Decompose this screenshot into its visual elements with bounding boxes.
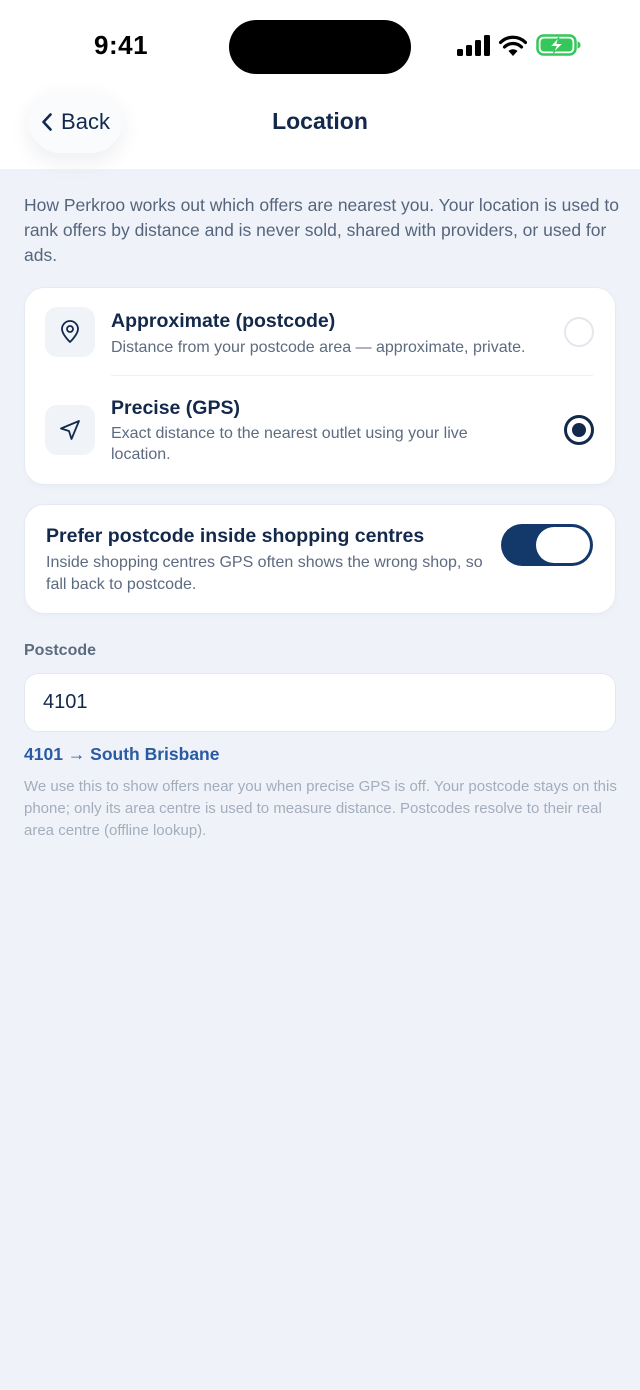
page-title: Location bbox=[272, 108, 368, 134]
toggle-knob bbox=[536, 527, 590, 563]
option-title: Approximate (postcode) bbox=[111, 310, 336, 332]
prefer-postcode-toggle[interactable] bbox=[501, 524, 593, 566]
dynamic-island bbox=[229, 20, 411, 74]
wifi-icon bbox=[499, 35, 527, 56]
postcode-resolved: 4101 → South Brisbane bbox=[24, 744, 220, 764]
option-icon-box bbox=[45, 405, 95, 455]
prefer-postcode-card: Prefer postcode inside shopping centres … bbox=[24, 504, 616, 614]
postcode-input[interactable] bbox=[24, 673, 616, 732]
radio-unselected[interactable] bbox=[564, 317, 594, 347]
location-mode-card: Approximate (postcode) Distance from you… bbox=[24, 287, 616, 485]
prefer-postcode-description: Inside shopping centres GPS often shows … bbox=[46, 554, 483, 593]
cellular-signal-icon bbox=[457, 34, 490, 56]
option-description: Exact distance to the nearest outlet usi… bbox=[111, 425, 468, 463]
option-precise-gps[interactable]: Precise (GPS) Exact distance to the near… bbox=[25, 376, 615, 485]
postcode-help-text: We use this to show offers near you when… bbox=[24, 778, 617, 839]
intro-text: How Perkroo works out which offers are n… bbox=[24, 195, 619, 265]
navigation-arrow-icon bbox=[60, 420, 80, 440]
option-icon-box bbox=[45, 307, 95, 357]
option-approximate-postcode[interactable]: Approximate (postcode) Distance from you… bbox=[25, 288, 615, 376]
status-time: 9:41 bbox=[94, 30, 149, 60]
battery-charging-icon bbox=[536, 34, 581, 56]
radio-dot bbox=[572, 423, 586, 437]
map-pin-icon bbox=[61, 320, 79, 343]
radio-selected[interactable] bbox=[564, 415, 594, 445]
option-title: Precise (GPS) bbox=[111, 397, 240, 419]
status-icons bbox=[457, 34, 582, 56]
option-description: Distance from your postcode area — appro… bbox=[111, 339, 526, 356]
postcode-label: Postcode bbox=[24, 642, 97, 659]
header: 9:41 Back Location bbox=[0, 0, 640, 169]
prefer-postcode-title: Prefer postcode inside shopping centres bbox=[46, 525, 425, 547]
